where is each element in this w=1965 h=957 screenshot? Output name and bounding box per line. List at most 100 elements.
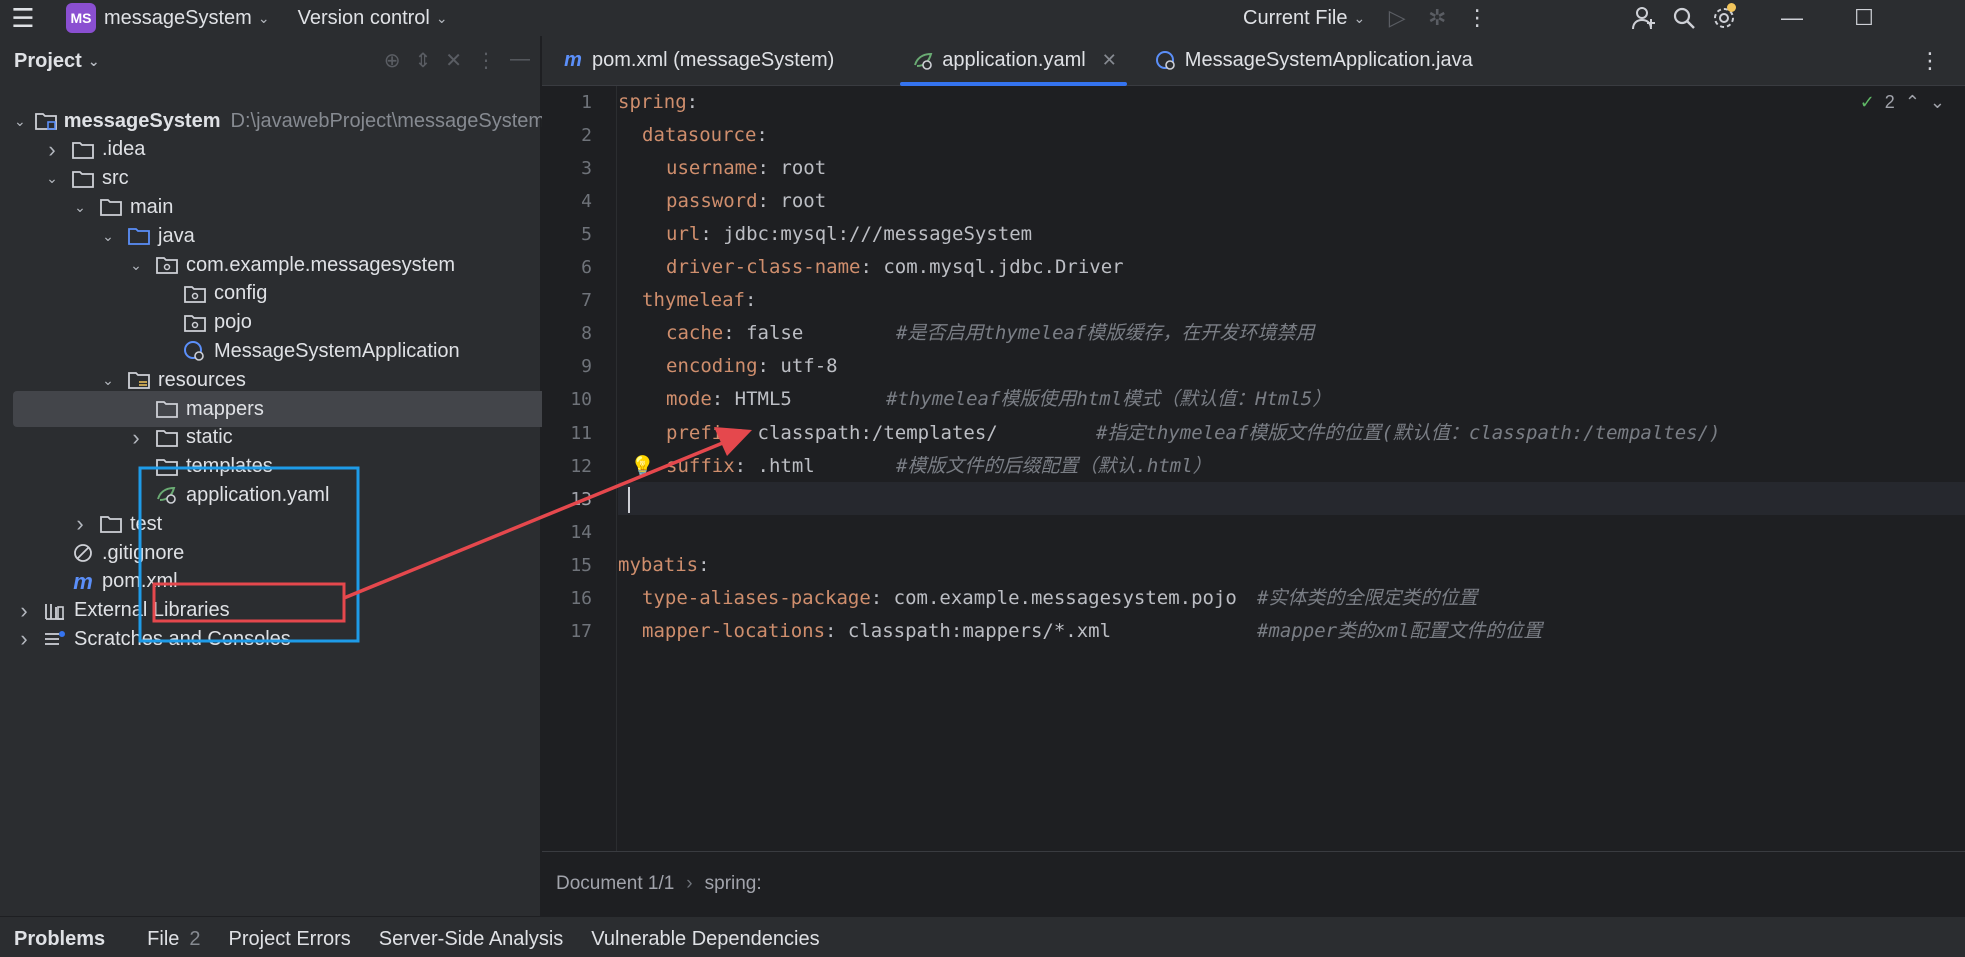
project-switcher[interactable]: MS messageSystem ⌄ <box>46 0 270 36</box>
yaml-key: mapper-locations <box>642 619 826 642</box>
bottom-tab-project-errors[interactable]: Project Errors <box>215 921 365 957</box>
intention-bulb-icon[interactable]: 💡 <box>630 454 655 478</box>
yaml-colon: : <box>825 619 837 642</box>
options-icon[interactable]: ⋮ <box>476 48 496 73</box>
expand-all-icon[interactable]: ⇕ <box>414 48 431 73</box>
code-line: mode: HTML5 <box>666 383 792 416</box>
yaml-value: false <box>734 322 804 345</box>
yaml-config-icon <box>910 51 936 71</box>
run-config-selector[interactable]: Current File ⌄ <box>1243 0 1365 36</box>
line-number: 17 <box>570 620 592 642</box>
code-with-me-icon[interactable] <box>1624 0 1664 36</box>
line-number: 7 <box>581 290 592 312</box>
tree-item-scratches-and-consoles[interactable]: › Scratches and Consoles <box>0 621 541 657</box>
folder-icon <box>154 428 180 448</box>
line-number: 4 <box>581 191 592 213</box>
chevron-right-icon[interactable]: › <box>70 511 90 537</box>
chevron-down-icon: ⌄ <box>1353 9 1366 26</box>
package-icon <box>182 313 208 333</box>
run-icon[interactable]: ▷ <box>1377 0 1417 36</box>
tab-messagesystemapplication-java[interactable]: MessageSystemApplication.java <box>1135 36 1491 86</box>
chevron-down-icon[interactable]: ⌄ <box>70 199 90 216</box>
code-line: type-aliases-package: com.example.messag… <box>642 582 1237 615</box>
code-line: mybatis: <box>618 549 710 582</box>
yaml-value: HTML5 <box>723 388 792 411</box>
collapse-all-icon[interactable]: ✕ <box>445 48 462 73</box>
tree-item-label: resources <box>158 368 246 391</box>
tab-application-yaml[interactable]: application.yaml ✕ <box>892 36 1135 86</box>
yaml-colon: : <box>734 454 747 477</box>
tab-pom-xml[interactable]: m pom.xml (messageSystem) <box>542 36 852 86</box>
breadcrumb-document[interactable]: Document 1/1 <box>556 873 674 895</box>
tree-item-label: application.yaml <box>186 483 330 506</box>
title-bar: ☰ MS messageSystem ⌄ Version control ⌄ C… <box>0 0 1965 36</box>
chevron-right-icon[interactable]: › <box>126 425 146 451</box>
line-number: 12 <box>570 455 592 477</box>
chevron-down-icon[interactable]: ⌄ <box>42 170 62 187</box>
package-icon <box>182 284 208 304</box>
panel-toolbar: ⊕ ⇕ ✕ ⋮ — <box>384 48 530 73</box>
chevron-down-icon[interactable]: ⌄ <box>98 372 118 389</box>
yaml-colon: : <box>757 190 769 213</box>
locate-icon[interactable]: ⊕ <box>384 48 401 73</box>
yaml-colon: : <box>734 421 747 444</box>
chevron-right-icon[interactable]: › <box>14 626 34 652</box>
tree-item-label: test <box>130 512 163 535</box>
hide-icon[interactable]: — <box>510 48 530 73</box>
yaml-colon: : <box>870 586 883 609</box>
more-actions-icon[interactable]: ⋮ <box>1457 0 1497 36</box>
spring-class-icon <box>1153 50 1179 71</box>
chevron-down-icon: ⌄ <box>87 52 100 69</box>
spring-class-icon <box>182 341 208 362</box>
breadcrumb-path[interactable]: spring: <box>705 873 762 895</box>
folder-module-icon <box>34 111 58 131</box>
tab-label: MessageSystemApplication.java <box>1184 49 1473 71</box>
chevron-down-icon[interactable]: ⌄ <box>14 113 26 130</box>
editor-tab-bar: m pom.xml (messageSystem) application.ya… <box>542 36 1965 86</box>
yaml-colon: : <box>756 124 768 147</box>
settings-gear-icon[interactable] <box>1704 0 1744 36</box>
folder-icon <box>98 514 124 534</box>
chevron-right-icon[interactable]: › <box>42 137 62 163</box>
chevron-right-icon[interactable]: › <box>14 598 34 624</box>
minimize-icon[interactable]: — <box>1772 0 1812 36</box>
project-panel-title: Project <box>14 49 82 72</box>
debug-icon[interactable]: ✲ <box>1417 0 1457 36</box>
tab-options-icon[interactable]: ⋮ <box>1919 48 1941 74</box>
yaml-key: driver-class-name <box>666 256 861 279</box>
yaml-comment: #thymeleaf模版使用html模式（默认值：Html5） <box>886 388 1332 411</box>
code-line: encoding: utf-8 <box>666 350 838 383</box>
tree-item-label: static <box>186 426 233 449</box>
close-tab-icon[interactable]: ✕ <box>1102 50 1117 71</box>
tree-item-label: pojo <box>214 311 252 334</box>
tab-label: application.yaml <box>942 49 1086 71</box>
folder-icon <box>154 457 180 477</box>
bottom-tab-vulnerable-dependencies[interactable]: Vulnerable Dependencies <box>577 921 833 957</box>
line-number: 3 <box>581 158 592 180</box>
maven-icon: m <box>73 568 93 594</box>
project-tool-window: Project ⌄ ⊕ ⇕ ✕ ⋮ — ⌄ messageSystem D:\jav… <box>0 36 661 916</box>
maximize-icon[interactable]: ☐ <box>1844 0 1884 36</box>
tree-item-label: MessageSystemApplication <box>214 339 460 362</box>
chevron-down-icon[interactable]: ⌄ <box>98 228 118 245</box>
code-editor[interactable]: spring: datasource: username: root password… <box>618 86 1965 851</box>
search-icon[interactable] <box>1664 0 1704 36</box>
yaml-value: classpath:/templates/ <box>746 421 998 444</box>
resources-folder-icon <box>126 370 152 390</box>
bottom-tab-server-side-analysis[interactable]: Server-Side Analysis <box>365 921 578 957</box>
code-line: thymeleaf: <box>642 284 756 317</box>
line-number: 11 <box>570 422 592 444</box>
line-number: 10 <box>570 389 592 411</box>
code-line: driver-class-name: com.mysql.jdbc.Driver <box>666 251 1124 284</box>
line-number: 14 <box>570 521 592 543</box>
vcs-widget[interactable]: Version control ⌄ <box>298 0 448 36</box>
main-menu-icon[interactable]: ☰ <box>0 0 46 36</box>
library-icon <box>42 601 68 621</box>
tree-item-label: mappers <box>186 397 264 420</box>
bottom-tab-problems[interactable]: Problems <box>0 921 119 957</box>
chevron-down-icon[interactable]: ⌄ <box>126 257 146 274</box>
bottom-tab-label: File <box>147 927 180 950</box>
yaml-comment: #是否启用thymeleaf模版缓存，在开发环境禁用 <box>896 322 1315 345</box>
bottom-tab-file[interactable]: File 2 <box>133 921 214 957</box>
yaml-key: type-aliases-package <box>642 586 871 609</box>
